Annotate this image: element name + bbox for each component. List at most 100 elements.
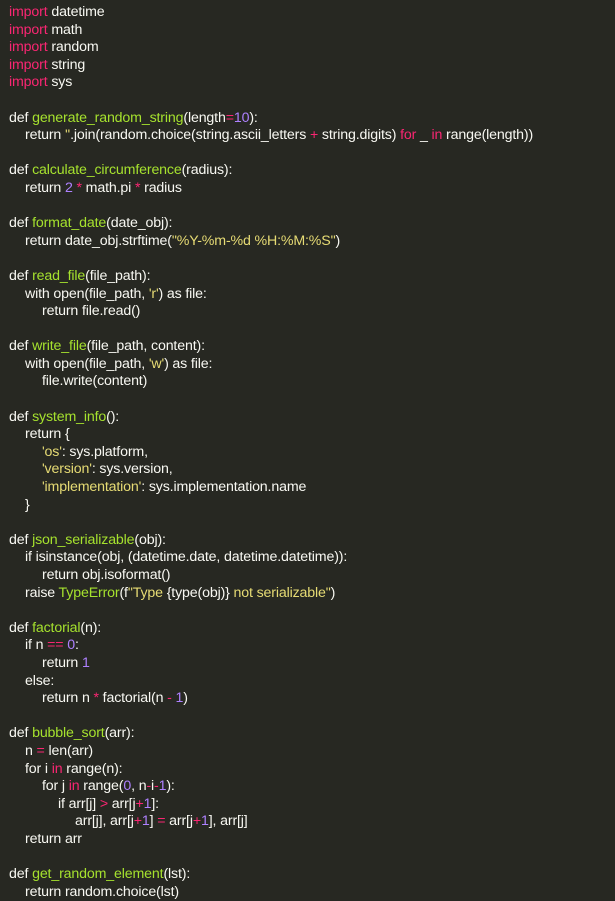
blank-line[interactable] <box>0 602 615 620</box>
code-line[interactable]: if n == 0: <box>0 637 615 655</box>
code-line[interactable]: def generate_random_string(length=10): <box>0 110 615 128</box>
code-token: ) <box>330 584 336 601</box>
code-token: write_file <box>32 338 87 355</box>
code-token: (): <box>106 408 120 425</box>
blank-line[interactable] <box>0 849 615 867</box>
code-token: + <box>192 813 201 830</box>
code-token: _ <box>416 127 432 144</box>
code-token: (lst): <box>163 866 191 883</box>
blank-line[interactable] <box>0 708 615 726</box>
code-token: import <box>9 39 48 56</box>
code-token: : <box>74 637 79 654</box>
code-token: in <box>68 778 80 795</box>
code-token: json_serializable <box>32 531 135 548</box>
code-line[interactable]: file.write(content) <box>0 373 615 391</box>
code-line[interactable]: for j in range(0, n-i-1): <box>0 778 615 796</box>
code-token: get_random_element <box>32 866 164 883</box>
code-token: (radius): <box>181 162 233 179</box>
code-line[interactable]: return { <box>0 426 615 444</box>
code-line[interactable]: if isinstance(obj, (datetime.date, datet… <box>0 549 615 567</box>
code-line[interactable]: def read_file(file_path): <box>0 268 615 286</box>
code-token: math.pi <box>81 179 135 196</box>
code-line[interactable]: def get_random_element(lst): <box>0 866 615 884</box>
code-line[interactable]: return 2 * math.pi * radius <box>0 180 615 198</box>
code-token: ) <box>183 690 188 707</box>
code-token: def <box>9 338 33 355</box>
blank-line[interactable] <box>0 321 615 339</box>
code-token: factorial(n <box>98 690 168 707</box>
code-line[interactable]: arr[j], arr[j+1] = arr[j+1], arr[j] <box>0 813 615 831</box>
blank-line[interactable] <box>0 198 615 216</box>
code-line[interactable]: return n * factorial(n - 1) <box>0 690 615 708</box>
code-line[interactable]: def calculate_circumference(radius): <box>0 162 615 180</box>
code-token: return <box>25 179 65 196</box>
code-token: 0 <box>123 778 132 795</box>
code-line[interactable]: 'version': sys.version, <box>0 461 615 479</box>
code-token: > <box>99 795 108 812</box>
code-token: random <box>47 39 99 56</box>
code-line[interactable]: def format_date(date_obj): <box>0 215 615 233</box>
code-token: ) as file: <box>164 355 213 372</box>
code-token: return obj.isoformat() <box>42 567 171 583</box>
code-line[interactable]: for i in range(n): <box>0 761 615 779</box>
code-line[interactable]: with open(file_path, 'r') as file: <box>0 286 615 304</box>
code-line[interactable]: else: <box>0 673 615 691</box>
blank-line[interactable] <box>0 145 615 163</box>
code-line[interactable]: def bubble_sort(arr): <box>0 725 615 743</box>
code-token: (n): <box>80 619 102 636</box>
code-line[interactable]: if arr[j] > arr[j+1]: <box>0 796 615 814</box>
code-token: import <box>9 74 48 91</box>
code-token: len(arr) <box>44 742 94 759</box>
code-token: if arr[j] <box>58 795 100 812</box>
code-token: (arr): <box>104 725 135 742</box>
code-line[interactable]: raise TypeError(f"Type {type(obj)} not s… <box>0 585 615 603</box>
code-line[interactable]: return 1 <box>0 655 615 673</box>
code-token: radius <box>140 179 182 196</box>
code-token: range(n): <box>62 760 123 777</box>
code-line[interactable]: return random.choice(lst) <box>0 884 615 901</box>
code-line[interactable]: def factorial(n): <box>0 620 615 638</box>
code-line[interactable]: def write_file(file_path, content): <box>0 338 615 356</box>
code-line[interactable]: return ''.join(random.choice(string.asci… <box>0 127 615 145</box>
code-line[interactable]: import math <box>0 22 615 40</box>
code-token: def <box>9 408 33 425</box>
code-line[interactable]: import datetime <box>0 4 615 22</box>
code-line[interactable]: return file.read() <box>0 303 615 321</box>
blank-line[interactable] <box>0 514 615 532</box>
blank-line[interactable] <box>0 250 615 268</box>
code-editor[interactable]: import datetime import math import random i… <box>0 0 615 900</box>
code-token: 1 <box>81 654 90 671</box>
code-token: (length <box>183 109 226 126</box>
code-token: (f <box>119 584 128 601</box>
code-token: arr[j <box>165 813 193 830</box>
code-token: return file.read() <box>42 303 141 320</box>
code-token: import <box>9 4 48 20</box>
code-line[interactable]: 'os': sys.platform, <box>0 444 615 462</box>
code-token: bubble_sort <box>32 725 105 742</box>
code-token: factorial <box>32 619 81 636</box>
code-token: n <box>25 742 37 759</box>
code-token: ): <box>249 109 258 126</box>
code-token: ], arr[j] <box>208 813 248 830</box>
code-line[interactable]: return date_obj.strftime("%Y-%m-%d %H:%M… <box>0 233 615 251</box>
blank-line[interactable] <box>0 391 615 409</box>
code-line[interactable]: return obj.isoformat() <box>0 567 615 585</box>
code-line[interactable]: } <box>0 497 615 515</box>
blank-line[interactable] <box>0 92 615 110</box>
code-token: ): <box>166 778 175 795</box>
code-line[interactable]: n = len(arr) <box>0 743 615 761</box>
code-line[interactable]: import sys <box>0 74 615 92</box>
code-line[interactable]: return arr <box>0 831 615 849</box>
code-token: } <box>25 496 30 513</box>
code-line[interactable]: import string <box>0 57 615 75</box>
code-token: format_date <box>32 215 107 232</box>
code-token: + <box>309 127 319 144</box>
code-token: def <box>9 215 33 232</box>
code-token: 'implementation' <box>42 479 142 496</box>
code-line[interactable]: def json_serializable(obj): <box>0 532 615 550</box>
code-line[interactable]: with open(file_path, 'w') as file: <box>0 356 615 374</box>
code-token: def <box>9 866 33 883</box>
code-line[interactable]: def system_info(): <box>0 409 615 427</box>
code-line[interactable]: 'implementation': sys.implementation.nam… <box>0 479 615 497</box>
code-line[interactable]: import random <box>0 39 615 57</box>
